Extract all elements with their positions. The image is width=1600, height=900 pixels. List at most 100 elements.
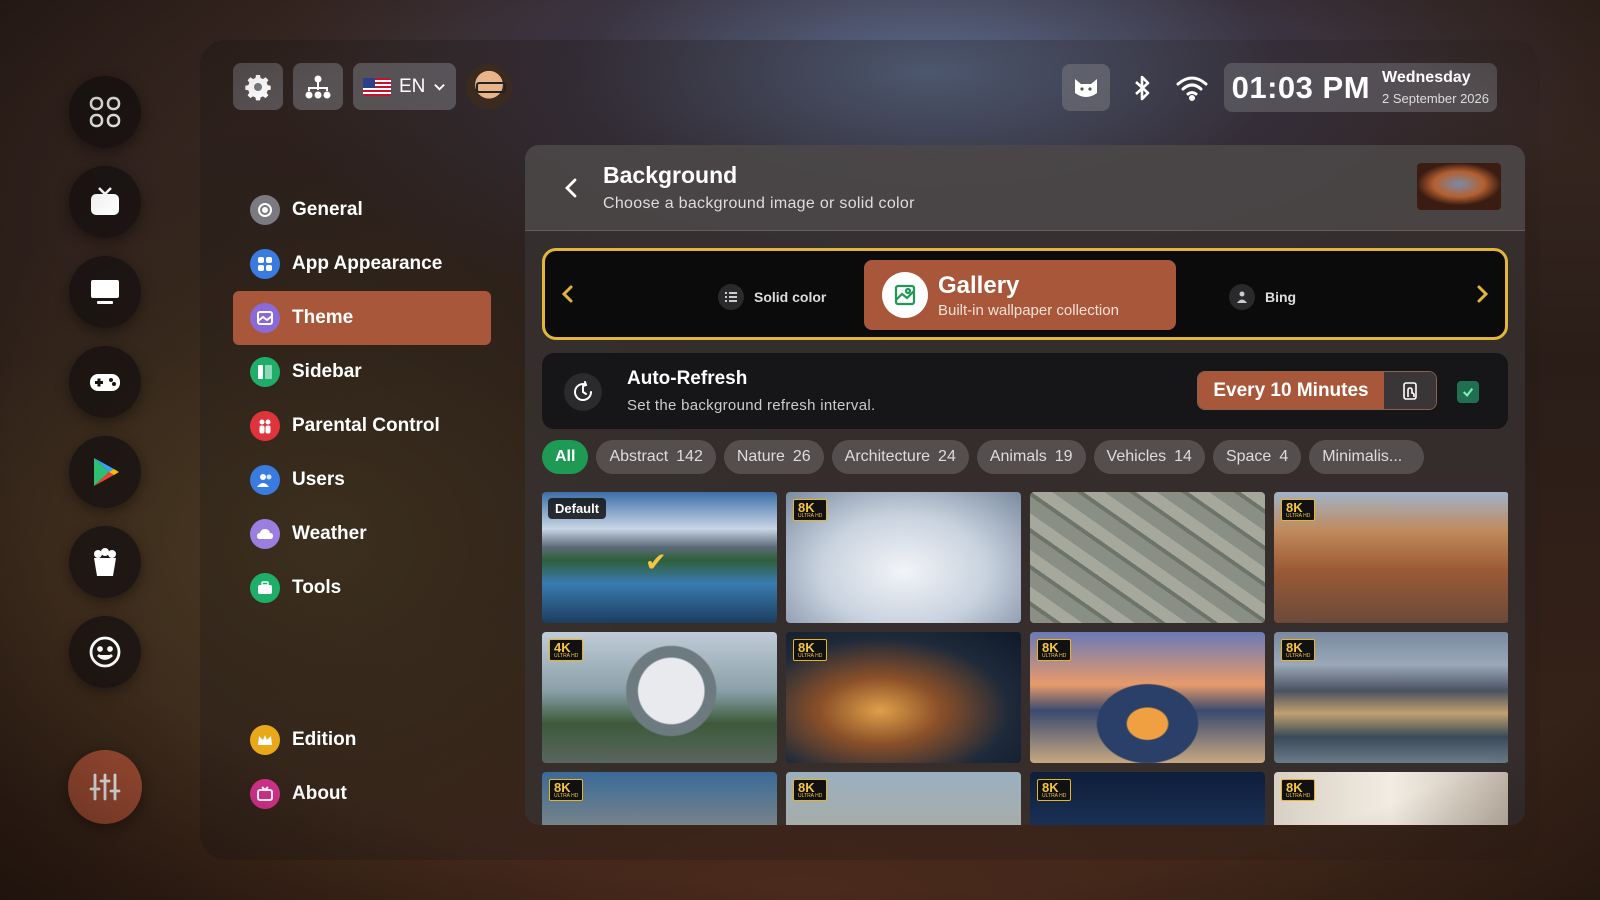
touch-select-icon[interactable] bbox=[1384, 372, 1436, 409]
wallpaper-tile[interactable]: 8K ULTRA HD bbox=[786, 772, 1021, 825]
refresh-interval-selector[interactable]: Every 10 Minutes bbox=[1197, 371, 1437, 410]
filter-nature[interactable]: Nature 26 bbox=[723, 440, 824, 474]
wallpaper-tile[interactable]: 8K ULTRA HD bbox=[1030, 772, 1265, 825]
auto-refresh-row: Auto-Refresh Set the background refresh … bbox=[542, 353, 1508, 429]
wifi-status[interactable] bbox=[1174, 70, 1210, 106]
wallpaper-tile[interactable]: 8K ULTRA HD bbox=[1274, 632, 1508, 763]
wallpaper-tile[interactable]: Default ✔ bbox=[542, 492, 777, 623]
nav-item-about[interactable]: About bbox=[233, 767, 491, 821]
auto-refresh-title: Auto-Refresh bbox=[627, 368, 748, 389]
resolution-badge: 8K ULTRA HD bbox=[793, 779, 828, 801]
family-icon bbox=[250, 411, 280, 441]
us-flag-icon bbox=[363, 77, 391, 96]
wallpaper-tile[interactable]: 8K ULTRA HD bbox=[786, 632, 1021, 763]
kids-button[interactable] bbox=[69, 616, 141, 688]
play-store-icon bbox=[94, 458, 119, 486]
resolution-badge: 8K ULTRA HD bbox=[549, 779, 584, 801]
nav-item-app-appearance[interactable]: App Appearance bbox=[233, 237, 491, 291]
app-grid-icon bbox=[250, 249, 280, 279]
network-tree-icon bbox=[305, 75, 331, 98]
filter-all[interactable]: All bbox=[542, 440, 589, 474]
source-solid-color[interactable]: Solid color bbox=[718, 284, 826, 310]
nav-label: Edition bbox=[292, 729, 357, 750]
network-button[interactable] bbox=[293, 63, 343, 110]
wifi-icon bbox=[1176, 76, 1208, 101]
filter-animals[interactable]: Animals 19 bbox=[976, 440, 1086, 474]
settings-rail-button[interactable] bbox=[68, 750, 142, 824]
toolbox-icon bbox=[250, 573, 280, 603]
profile-mascot-button[interactable] bbox=[1061, 64, 1110, 111]
source-gallery[interactable]: Gallery Built-in wallpaper collection bbox=[864, 260, 1176, 330]
nav-label: Theme bbox=[292, 307, 354, 328]
clock-date: 2 September 2026 bbox=[1382, 91, 1489, 106]
language-selector[interactable]: EN bbox=[353, 63, 457, 110]
nav-label: Tools bbox=[292, 577, 342, 598]
tv-button[interactable] bbox=[69, 166, 141, 238]
filter-space[interactable]: Space 4 bbox=[1212, 440, 1302, 474]
refresh-interval-value: Every 10 Minutes bbox=[1198, 372, 1384, 409]
nav-label: App Appearance bbox=[292, 253, 443, 274]
bluetooth-status[interactable] bbox=[1124, 70, 1160, 106]
resolution-badge: 8K ULTRA HD bbox=[1281, 499, 1316, 521]
games-button[interactable] bbox=[69, 346, 141, 418]
resolution-badge: 4K ULTRA HD bbox=[549, 639, 584, 661]
nav-item-weather[interactable]: Weather bbox=[233, 507, 491, 561]
source-bing[interactable]: Bing bbox=[1229, 284, 1296, 310]
wallpaper-tile[interactable]: 8K ULTRA HD bbox=[786, 492, 1021, 623]
page-title: Background bbox=[603, 162, 738, 188]
avatar[interactable] bbox=[466, 63, 513, 110]
gallery-icon bbox=[882, 272, 928, 318]
filter-architecture[interactable]: Architecture 24 bbox=[831, 440, 969, 474]
filter-vehicles[interactable]: Vehicles 14 bbox=[1093, 440, 1205, 474]
filter-minimalist[interactable]: Minimalis... bbox=[1309, 440, 1425, 474]
resolution-badge: 8K ULTRA HD bbox=[793, 639, 828, 661]
wallpaper-tile[interactable]: 8K ULTRA HD bbox=[1030, 632, 1265, 763]
wallpaper-tile[interactable]: 4K ULTRA HD bbox=[542, 632, 777, 763]
clock-widget[interactable]: 01:03 PM Wednesday 2 September 2026 bbox=[1223, 63, 1497, 112]
background-source-selector: Solid color Gallery Built-in wallpaper c… bbox=[542, 248, 1508, 340]
list-icon bbox=[718, 284, 744, 310]
next-source-icon[interactable] bbox=[1469, 281, 1495, 307]
theme-icon bbox=[250, 303, 280, 333]
resolution-badge: 8K ULTRA HD bbox=[1281, 639, 1316, 661]
wallpaper-tile[interactable]: 8K ULTRA HD bbox=[1274, 772, 1508, 825]
current-background-preview[interactable] bbox=[1417, 163, 1501, 210]
nav-label: Parental Control bbox=[292, 415, 440, 436]
apps-button[interactable] bbox=[69, 76, 141, 148]
cloud-icon bbox=[250, 519, 280, 549]
previous-source-icon[interactable] bbox=[555, 281, 581, 307]
auto-refresh-checkbox[interactable] bbox=[1457, 381, 1479, 403]
page-subtitle: Choose a background image or solid color bbox=[603, 195, 915, 212]
nav-item-users[interactable]: Users bbox=[233, 453, 491, 507]
refresh-timer-icon bbox=[564, 373, 602, 411]
wallpaper-tile[interactable] bbox=[1030, 492, 1265, 623]
play-store-button[interactable] bbox=[69, 436, 141, 508]
wallpaper-tile[interactable]: 8K ULTRA HD bbox=[1274, 492, 1508, 623]
nav-item-sidebar[interactable]: Sidebar bbox=[233, 345, 491, 399]
topbar-left: EN bbox=[233, 63, 513, 110]
monitor-icon bbox=[91, 280, 119, 304]
media-button[interactable] bbox=[69, 526, 141, 598]
sidebar-icon bbox=[250, 357, 280, 387]
nav-item-general[interactable]: General bbox=[233, 183, 491, 237]
panel-header: Background Choose a background image or … bbox=[525, 145, 1525, 231]
nav-item-theme[interactable]: Theme bbox=[233, 291, 491, 345]
clock-time: 01:03 PM bbox=[1231, 69, 1371, 105]
back-icon[interactable] bbox=[559, 175, 585, 201]
nav-item-edition[interactable]: Edition bbox=[233, 713, 491, 767]
nav-label: Sidebar bbox=[292, 361, 362, 382]
settings-button[interactable] bbox=[233, 63, 283, 110]
default-tag: Default bbox=[548, 498, 607, 519]
monitor-button[interactable] bbox=[69, 256, 141, 328]
nav-item-tools[interactable]: Tools bbox=[233, 561, 491, 615]
wallpaper-tile[interactable]: 8K ULTRA HD bbox=[542, 772, 777, 825]
wallpaper-grid: Default ✔ 8K ULTRA HD 8K ULTRA HD 4K ULTRA … bbox=[542, 492, 1508, 825]
source-label: Solid color bbox=[754, 289, 827, 305]
topbar-right: 01:03 PM Wednesday 2 September 2026 bbox=[1061, 63, 1497, 112]
category-filters: All Abstract 142 Nature 26 Architecture 24 … bbox=[542, 440, 1508, 474]
nav-item-parental-control[interactable]: Parental Control bbox=[233, 399, 491, 453]
popcorn-icon bbox=[94, 548, 116, 576]
filter-abstract[interactable]: Abstract 142 bbox=[596, 440, 716, 474]
bluetooth-icon bbox=[1134, 75, 1149, 100]
selected-check-icon: ✔ bbox=[645, 547, 667, 577]
